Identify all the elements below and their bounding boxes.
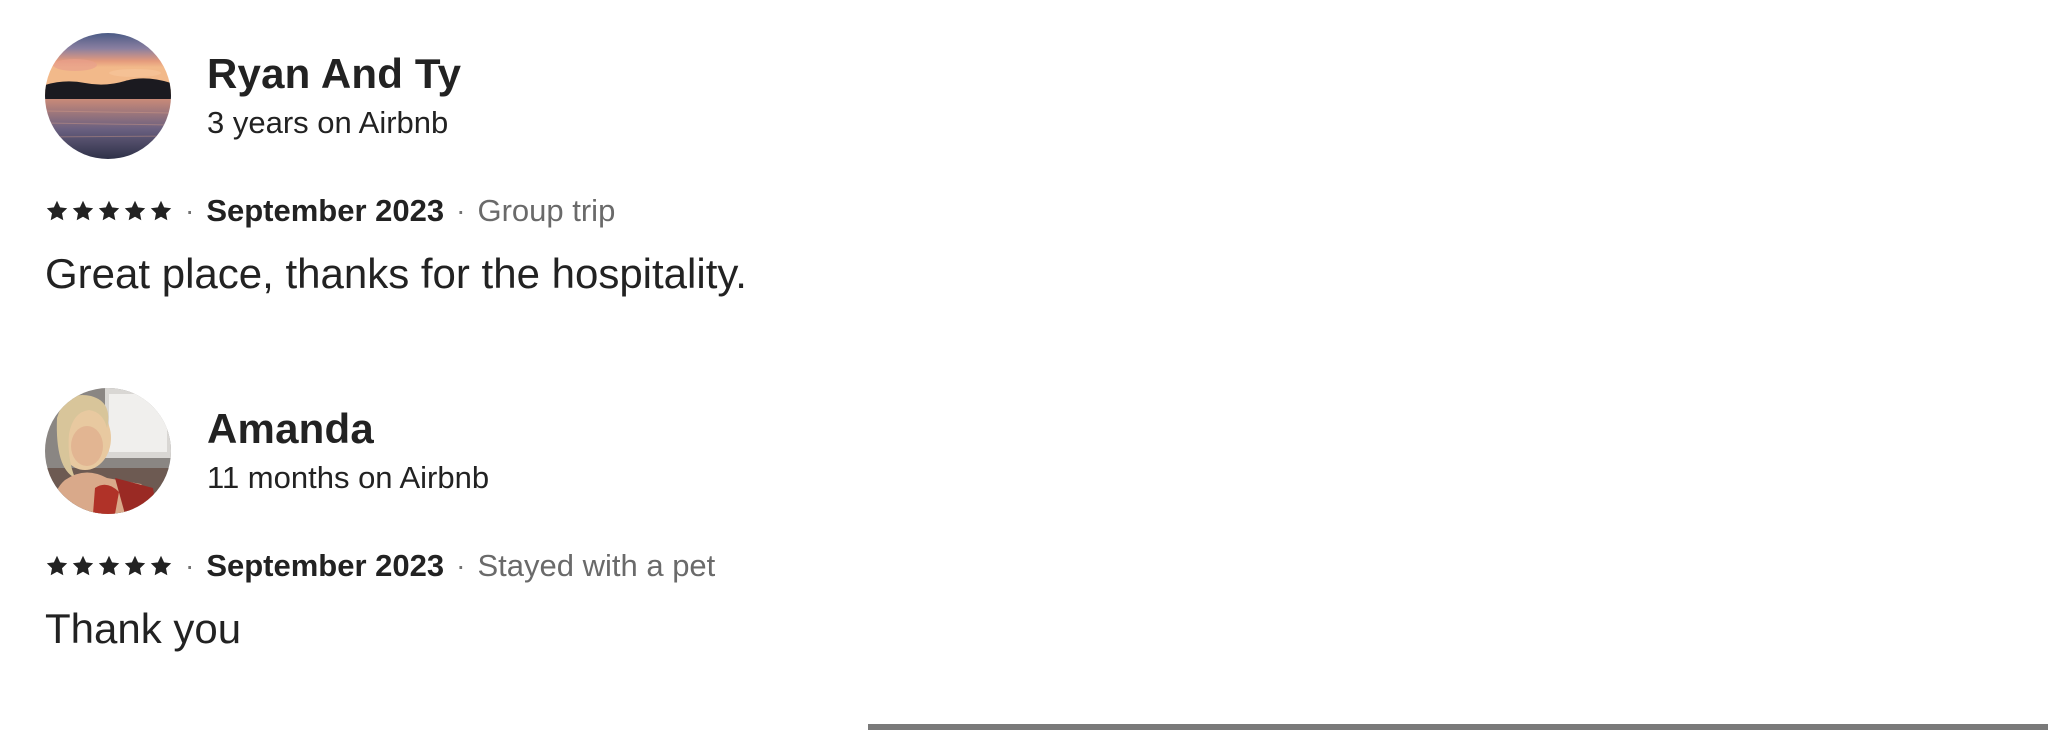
reviewer-name[interactable]: Amanda: [207, 403, 489, 455]
star-icon: [45, 199, 69, 223]
review-card: Amanda 11 months on Airbnb · September 2…: [45, 388, 1145, 656]
star-icon: [149, 554, 173, 578]
star-icon: [123, 199, 147, 223]
trip-type: Group trip: [477, 193, 616, 228]
review-meta: · September 2023 · Stayed with a pet: [45, 546, 1145, 586]
avatar[interactable]: [45, 388, 171, 514]
separator-dot: ·: [185, 550, 195, 581]
avatar[interactable]: [45, 33, 171, 159]
star-icon: [149, 199, 173, 223]
star-rating: [45, 554, 173, 578]
star-icon: [45, 554, 69, 578]
review-meta: · September 2023 · Group trip: [45, 191, 1145, 231]
star-icon: [123, 554, 147, 578]
reviewer-tenure: 3 years on Airbnb: [207, 105, 449, 140]
reviewer-header: Ryan And Ty 3 years on Airbnb: [45, 33, 1145, 159]
review-comment: Great place, thanks for the hospitality.: [45, 250, 747, 297]
reviewer-header: Amanda 11 months on Airbnb: [45, 388, 1145, 514]
separator-dot: ·: [456, 550, 466, 581]
separator-dot: ·: [185, 195, 195, 226]
review-date: September 2023: [206, 193, 445, 228]
star-icon: [97, 554, 121, 578]
review-date: September 2023: [206, 548, 445, 583]
sunset-lake-photo-icon: [45, 33, 171, 159]
review-card: Ryan And Ty 3 years on Airbnb · Septembe…: [45, 33, 1145, 301]
reviews-list: Ryan And Ty 3 years on Airbnb · Septembe…: [0, 0, 2048, 730]
trip-type: Stayed with a pet: [477, 548, 716, 583]
reviewer-tenure: 11 months on Airbnb: [207, 460, 490, 495]
review-comment: Thank you: [45, 605, 242, 652]
reviewer-name[interactable]: Ryan And Ty: [207, 48, 461, 100]
horizontal-scrollbar[interactable]: [868, 724, 2048, 730]
star-icon: [71, 199, 95, 223]
star-icon: [71, 554, 95, 578]
star-icon: [97, 199, 121, 223]
star-rating: [45, 199, 173, 223]
profile-photo-icon: [45, 388, 171, 514]
separator-dot: ·: [456, 195, 466, 226]
